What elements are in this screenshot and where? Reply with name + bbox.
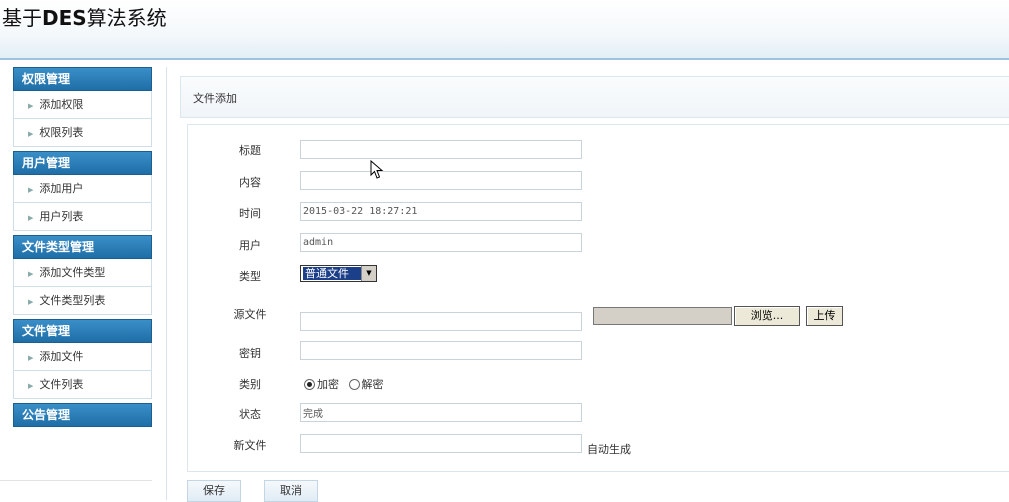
type-label: 类型 [239,270,261,283]
content-input[interactable] [300,171,582,190]
title-label: 标题 [239,144,261,157]
save-button[interactable]: 保存 [187,480,241,502]
chevron-down-icon[interactable]: ▼ [361,266,376,281]
sidebar-nav: 权限管理 ▶ 添加权限 ▶ 权限列表 用户管理 ▶ 添加用户 ▶ 用户列表 文件类型管理… [13,67,152,427]
radio-encrypt[interactable]: 加密 [304,377,339,391]
triangle-right-icon: ▶ [28,186,34,194]
sidebar-item-filetype-list[interactable]: ▶ 文件类型列表 [13,287,152,315]
source-input[interactable] [300,312,582,331]
sidebar-item-add-user[interactable]: ▶ 添加用户 [13,175,152,203]
triangle-right-icon: ▶ [28,270,34,278]
user-label: 用户 [239,239,261,252]
section-title: 文件添加 [193,92,237,105]
time-label: 时间 [239,207,261,220]
divider [0,480,152,481]
sidebar-group-filetype[interactable]: 文件类型管理 [13,235,152,259]
app-title: 基于DES算法系统 [2,6,167,30]
triangle-right-icon: ▶ [28,354,34,362]
section-header: 文件添加 [180,76,1009,118]
triangle-right-icon: ▶ [28,102,34,110]
key-label: 密钥 [239,347,261,360]
type-select[interactable]: 普通文件 ▼ [300,265,377,282]
triangle-right-icon: ▶ [28,298,34,306]
sidebar-item-file-list[interactable]: ▶ 文件列表 [13,371,152,399]
newfile-label: 新文件 [233,439,267,452]
triangle-right-icon: ▶ [28,130,34,138]
sidebar-group-user[interactable]: 用户管理 [13,151,152,175]
triangle-right-icon: ▶ [28,382,34,390]
sidebar-group-file[interactable]: 文件管理 [13,319,152,343]
key-input[interactable] [300,341,582,360]
divider [166,67,167,500]
user-input[interactable] [300,233,582,252]
app-header: 基于DES算法系统 [0,0,1009,60]
sidebar-item-add-permission[interactable]: ▶ 添加权限 [13,91,152,119]
status-input[interactable] [300,403,582,422]
content-label: 内容 [239,176,261,189]
source-label: 源文件 [233,308,267,321]
radio-decrypt[interactable]: 解密 [348,377,384,391]
file-path-field[interactable] [593,307,732,325]
mouse-cursor-icon [370,160,384,179]
triangle-right-icon: ▶ [28,214,34,222]
cancel-button[interactable]: 取消 [264,480,318,502]
category-label: 类别 [239,378,261,391]
sidebar-item-permission-list[interactable]: ▶ 权限列表 [13,119,152,147]
title-input[interactable] [300,140,582,159]
sidebar-item-user-list[interactable]: ▶ 用户列表 [13,203,152,231]
newfile-input[interactable] [300,434,582,453]
sidebar-group-permission[interactable]: 权限管理 [13,67,152,91]
category-radio-group: 加密 解密 [304,376,390,392]
status-label: 状态 [239,408,261,421]
sidebar-group-notice[interactable]: 公告管理 [13,403,152,427]
radio-checked-icon[interactable] [304,378,315,390]
radio-unchecked-icon[interactable] [348,378,360,390]
browse-button[interactable]: 浏览... [734,306,800,326]
type-select-value: 普通文件 [303,267,362,280]
sidebar-item-add-filetype[interactable]: ▶ 添加文件类型 [13,259,152,287]
newfile-hint: 自动生成 [587,443,631,456]
time-input[interactable] [300,202,582,221]
upload-button[interactable]: 上传 [806,306,843,326]
sidebar-item-add-file[interactable]: ▶ 添加文件 [13,343,152,371]
